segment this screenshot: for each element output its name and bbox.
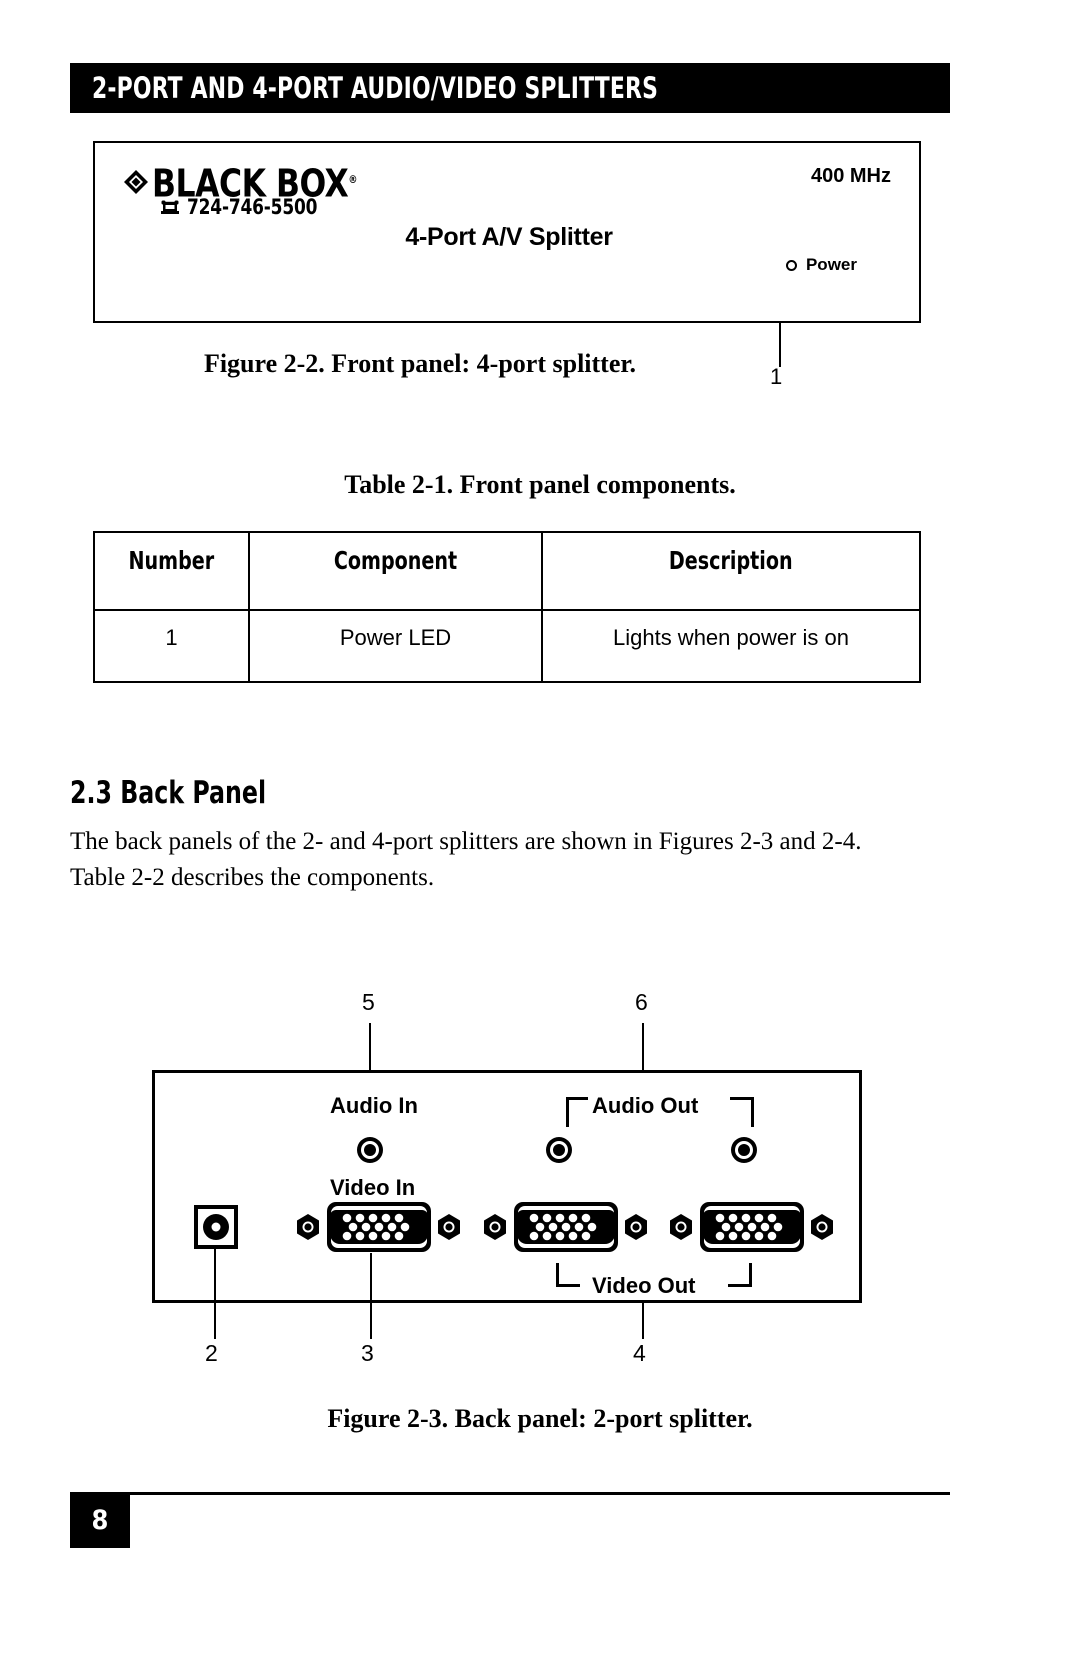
vga-screw-icon [436,1213,462,1246]
video-out-vga-connector-2 [699,1201,805,1258]
audio-out-jack-1 [546,1137,572,1163]
support-phone: 724-746-5500 [160,195,332,219]
power-led-label: Power [805,255,857,274]
back-panel-callout-4: 4 [633,1340,646,1366]
vga-screw-icon [809,1213,835,1246]
back-panel-callout-5: 5 [362,989,375,1015]
figure-2-2-caption: Figure 2-2. Front panel: 4-port splitter… [203,349,637,378]
video-in-label: Video In [330,1175,416,1200]
vga-screw-icon [623,1213,649,1246]
back-panel-callout-6: 6 [635,989,648,1015]
dc-power-jack [194,1205,238,1249]
section-heading-2-3: 2.3 Back Panel [70,775,267,811]
callout-5-leader [369,1023,371,1070]
page-header-banner: 2-PORT AND 4-PORT AUDIO/VIDEO SPLITTERS [70,63,950,113]
registered-mark-icon: ® [348,173,357,186]
front-panel-model-label: 4-Port A/V Splitter [405,223,613,251]
black-box-diamond-icon [123,169,149,195]
page-title: 2-PORT AND 4-PORT AUDIO/VIDEO SPLITTERS [92,71,659,105]
header-title-wrap: 2-PORT AND 4-PORT AUDIO/VIDEO SPLITTERS [92,71,766,105]
cell-description: Lights when power is on [541,609,921,683]
callout-4-leader [642,1303,644,1339]
footer-rule [70,1492,950,1495]
page-number-badge: 8 [70,1492,130,1548]
cell-component: Power LED [248,609,543,683]
back-panel-callout-3: 3 [361,1340,374,1366]
video-out-vga-connector-1 [513,1201,619,1258]
table-row: 1 Power LED Lights when power is on [93,609,921,683]
column-header-component: Component [248,531,543,611]
callout-3-leader [370,1253,372,1339]
figure-2-3-caption: Figure 2-3. Back panel: 2-port splitter. [327,1404,753,1433]
power-led-icon [785,259,797,271]
manual-page: 2-PORT AND 4-PORT AUDIO/VIDEO SPLITTERS … [0,0,1080,1669]
bandwidth-label: 400 MHz [810,165,891,187]
telephone-icon [160,199,180,215]
video-in-vga-connector [326,1201,432,1258]
column-header-description: Description [541,531,921,611]
audio-in-label: Audio In [330,1093,418,1118]
audio-in-jack [357,1137,383,1163]
table-2-1: Number Component Description 1 Power LED… [93,531,921,683]
callout-6-leader [642,1023,644,1070]
phone-number: 724-746-5500 [187,195,318,219]
column-header-number: Number [93,531,250,611]
callout-2-leader [214,1249,216,1339]
dc-power-jack-inner [203,1214,229,1240]
front-panel-illustration: BLACK BOX® 724-746-5500 4-Port A/V Split… [93,141,921,323]
section-paragraph: The back panels of the 2- and 4-port spl… [70,828,862,891]
video-out-label: Video Out [592,1273,696,1298]
vga-screw-icon [668,1213,694,1246]
audio-out-label: Audio Out [592,1093,699,1118]
back-panel-callout-2: 2 [205,1340,218,1366]
power-led-group: Power [785,255,857,275]
audio-out-jack-2 [731,1137,757,1163]
cell-number: 1 [93,609,250,683]
table-2-1-caption: Table 2-1. Front panel components. [344,470,736,499]
back-panel-chassis [152,1070,862,1303]
back-panel-illustration: 5 6 Audio In Audio Out Video In Video Ou… [0,985,1080,1375]
vga-screw-icon [482,1213,508,1246]
table-header-row: Number Component Description [93,531,921,611]
vga-screw-icon [295,1213,321,1246]
